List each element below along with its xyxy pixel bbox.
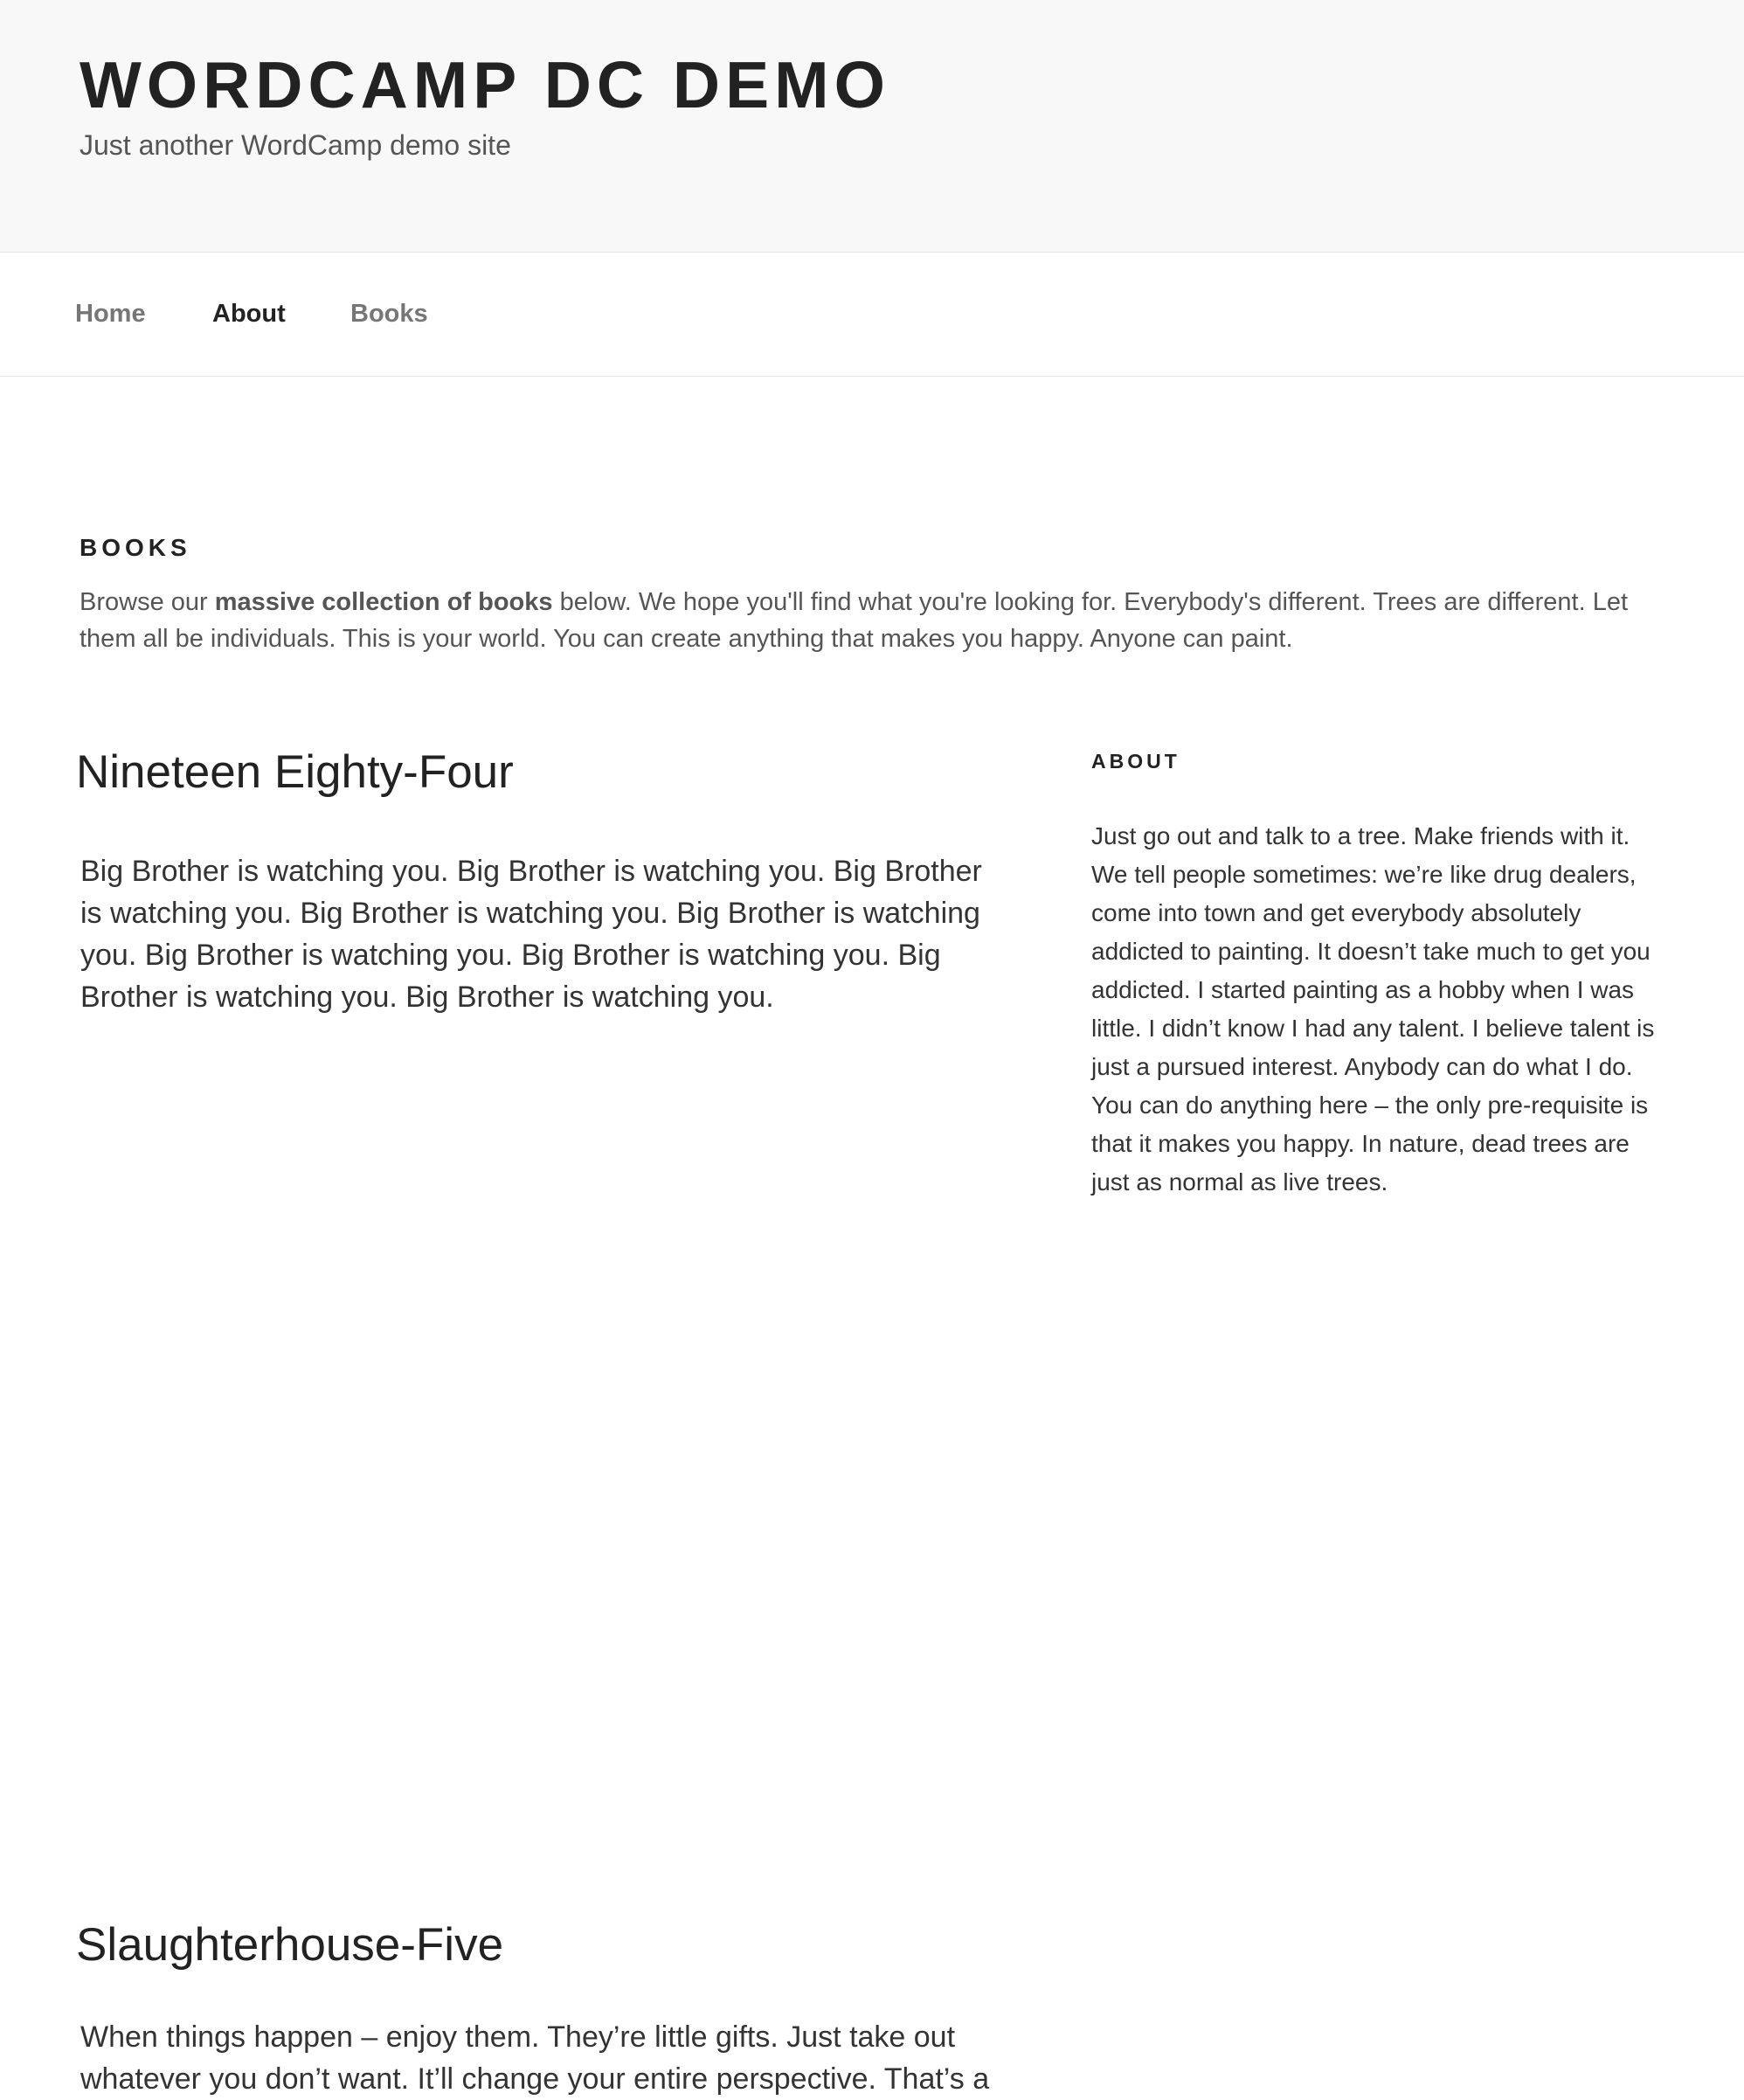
book-excerpt: When things happen – enjoy them. They’re…: [80, 2020, 990, 2096]
widget-title-about: ABOUT: [1091, 750, 1180, 773]
nav-item-about[interactable]: About: [212, 298, 286, 329]
intro-text-start: Browse our: [80, 588, 215, 616]
main-navigation: Home About Books: [0, 253, 1744, 377]
page-intro: Browse our massive collection of books b…: [80, 584, 1652, 657]
site-title[interactable]: WORDCAMP DC DEMO: [80, 45, 890, 124]
book-title-slaughterhouse-five[interactable]: Slaughterhouse-Five: [76, 1916, 503, 1975]
sidebar: ABOUT Just go out and talk to a tree. Ma…: [1091, 747, 1668, 1196]
book-excerpt: Big Brother is watching you. Big Brother…: [80, 855, 982, 1014]
page-title: BOOKS: [80, 534, 191, 561]
widget-text-about: Just go out and talk to a tree. Make fri…: [1091, 822, 1655, 1196]
nav-item-home[interactable]: Home: [75, 298, 146, 329]
site-tagline: Just another WordCamp demo site: [80, 129, 511, 161]
site-header: WORDCAMP DC DEMO Just another WordCamp d…: [0, 0, 1744, 253]
intro-bold-text: massive collection of books: [214, 588, 553, 616]
book-title-nineteen-eighty-four[interactable]: Nineteen Eighty-Four: [76, 743, 514, 802]
nav-item-books[interactable]: Books: [350, 298, 428, 329]
